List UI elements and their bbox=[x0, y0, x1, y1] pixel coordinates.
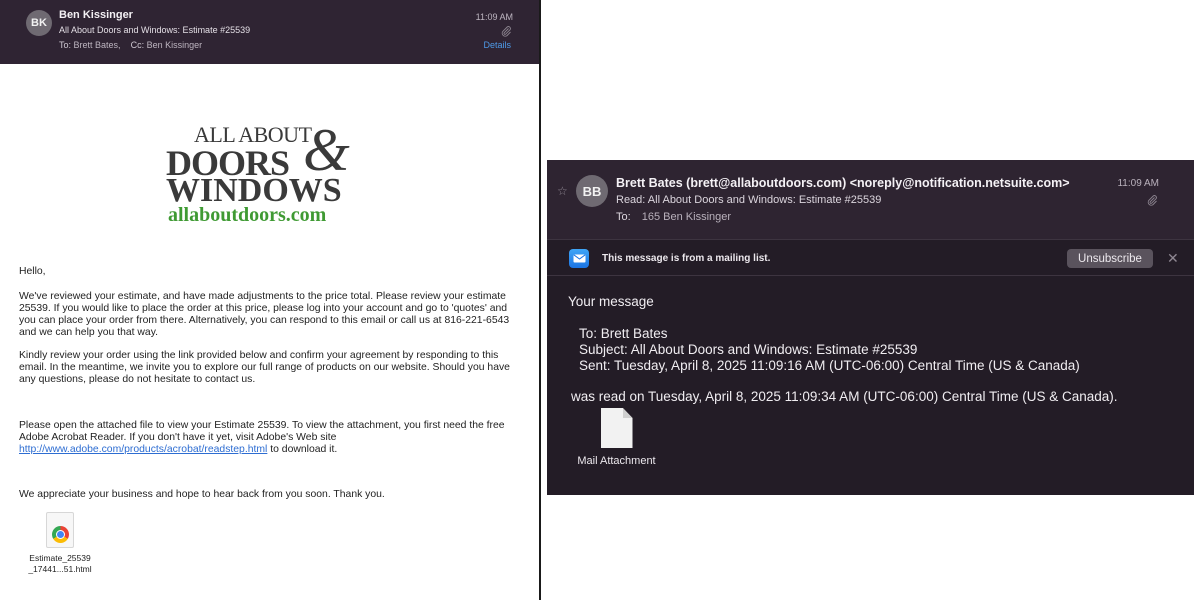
body-paragraph-3: Please open the attached file to view yo… bbox=[19, 420, 524, 456]
chrome-html-file-icon bbox=[46, 512, 74, 548]
to-recipient[interactable]: 165 Ben Kissinger bbox=[642, 211, 731, 223]
your-message-heading: Your message bbox=[568, 294, 654, 309]
email-subject: Read: All About Doors and Windows: Estim… bbox=[616, 194, 882, 206]
to-label: To: bbox=[59, 40, 72, 50]
left-email-pane: BK Ben Kissinger All About Doors and Win… bbox=[0, 0, 539, 600]
avatar[interactable]: BB bbox=[576, 175, 608, 207]
document-icon bbox=[600, 408, 633, 448]
paperclip-icon bbox=[501, 26, 511, 37]
close-icon[interactable]: ✕ bbox=[1167, 250, 1179, 267]
paragraph-3-text: Please open the attached file to view yo… bbox=[19, 420, 505, 443]
recipients-line: To: Brett Bates, Cc: Ben Kissinger bbox=[59, 40, 202, 50]
email-header: BK Ben Kissinger All About Doors and Win… bbox=[0, 0, 539, 64]
html-attachment[interactable]: Estimate_25539 _17441...51.html bbox=[20, 512, 100, 575]
pane-divider bbox=[539, 0, 541, 600]
receipt-read-line: was read on Tuesday, April 8, 2025 11:09… bbox=[571, 389, 1118, 404]
mail-attachment[interactable]: Mail Attachment bbox=[569, 408, 664, 467]
email-subject: All About Doors and Windows: Estimate #2… bbox=[59, 25, 251, 35]
attachment-filename-line1: Estimate_25539 bbox=[29, 553, 91, 563]
greeting: Hello, bbox=[19, 266, 46, 277]
logo-url: allaboutdoors.com bbox=[168, 204, 327, 226]
cc-recipient[interactable]: Ben Kissinger bbox=[147, 40, 203, 50]
sender-name[interactable]: Ben Kissinger bbox=[59, 9, 133, 21]
details-link[interactable]: Details bbox=[483, 40, 511, 50]
company-logo: ALL ABOUT DOORS & WINDOWS allaboutdoors.… bbox=[160, 116, 375, 231]
attachment-filename-line2: _17441...51.html bbox=[28, 564, 92, 574]
body-paragraph-2: Kindly review your order using the link … bbox=[19, 350, 510, 385]
receipt-subject-line: Subject: All About Doors and Windows: Es… bbox=[579, 342, 918, 357]
chrome-icon bbox=[52, 526, 69, 543]
right-email-pane: ☆ BB Brett Bates (brett@allaboutdoors.co… bbox=[547, 160, 1194, 495]
read-receipt-header: ☆ BB Brett Bates (brett@allaboutdoors.co… bbox=[547, 160, 1194, 240]
avatar[interactable]: BK bbox=[26, 10, 52, 36]
to-label: To: bbox=[616, 211, 631, 223]
body-paragraph-1: We've reviewed your estimate, and have m… bbox=[19, 291, 510, 338]
to-recipient[interactable]: Brett Bates, bbox=[74, 40, 121, 50]
read-receipt-body: Your message To: Brett Bates Subject: Al… bbox=[547, 276, 1194, 495]
attachment-filename: Estimate_25539 _17441...51.html bbox=[20, 553, 100, 575]
mail-attachment-label: Mail Attachment bbox=[577, 455, 656, 467]
paperclip-icon bbox=[1147, 195, 1157, 206]
mailing-list-message: This message is from a mailing list. bbox=[602, 253, 771, 264]
sender-name[interactable]: Brett Bates (brett@allaboutdoors.com) <n… bbox=[616, 176, 1070, 190]
mail-icon bbox=[569, 249, 589, 268]
receipt-sent-line: Sent: Tuesday, April 8, 2025 11:09:16 AM… bbox=[579, 358, 1080, 373]
email-time: 11:09 AM bbox=[475, 12, 513, 22]
adobe-link[interactable]: http://www.adobe.com/products/acrobat/re… bbox=[19, 444, 267, 455]
recipients-line: To: 165 Ben Kissinger bbox=[616, 211, 731, 223]
star-icon[interactable]: ☆ bbox=[557, 184, 568, 198]
cc-label: Cc: bbox=[130, 40, 145, 50]
email-time: 11:09 AM bbox=[1117, 178, 1159, 189]
mailing-list-banner: This message is from a mailing list. Uns… bbox=[547, 241, 1194, 276]
receipt-to-line: To: Brett Bates bbox=[579, 326, 668, 341]
paragraph-3-tail: to download it. bbox=[270, 444, 338, 455]
body-paragraph-4: We appreciate your business and hope to … bbox=[19, 489, 385, 500]
unsubscribe-button[interactable]: Unsubscribe bbox=[1067, 249, 1153, 268]
